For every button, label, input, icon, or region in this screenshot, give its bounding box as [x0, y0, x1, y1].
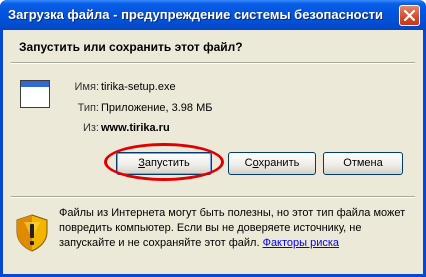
security-warning-dialog: Загрузка файла - предупреждение системы … — [0, 0, 426, 277]
name-label: Имя: — [74, 81, 99, 93]
file-type-value: Приложение, 3.98 МБ — [101, 102, 213, 114]
save-button[interactable]: Сохранить — [228, 152, 316, 175]
separator-bottom — [11, 196, 415, 198]
warning-message: Файлы из Интернета могут быть полезны, н… — [59, 207, 406, 249]
prompt-question: Запустить или сохранить этот файл? — [19, 40, 243, 54]
file-source-value: www.tirika.ru — [101, 122, 170, 134]
save-button-label: хранить — [258, 157, 300, 169]
save-button-prefix: С — [244, 157, 253, 169]
dialog-body: Запустить или сохранить этот файл? Имя: … — [3, 30, 423, 274]
risk-factors-link[interactable]: Факторы риска — [263, 237, 339, 249]
close-icon — [404, 10, 415, 21]
security-warning-text: Файлы из Интернета могут быть полезны, н… — [59, 206, 415, 251]
type-label: Тип: — [77, 102, 99, 114]
red-highlight-ellipse — [104, 143, 224, 181]
security-shield-icon — [16, 214, 48, 252]
file-name-value: tirika-setup.exe — [101, 81, 176, 93]
title-bar[interactable]: Загрузка файла - предупреждение системы … — [0, 0, 426, 30]
close-button[interactable] — [399, 5, 420, 26]
separator-top — [11, 62, 415, 64]
from-label: Из: — [82, 122, 99, 134]
window-title: Загрузка файла - предупреждение системы … — [8, 7, 384, 22]
cancel-button[interactable]: Отмена — [323, 152, 403, 175]
